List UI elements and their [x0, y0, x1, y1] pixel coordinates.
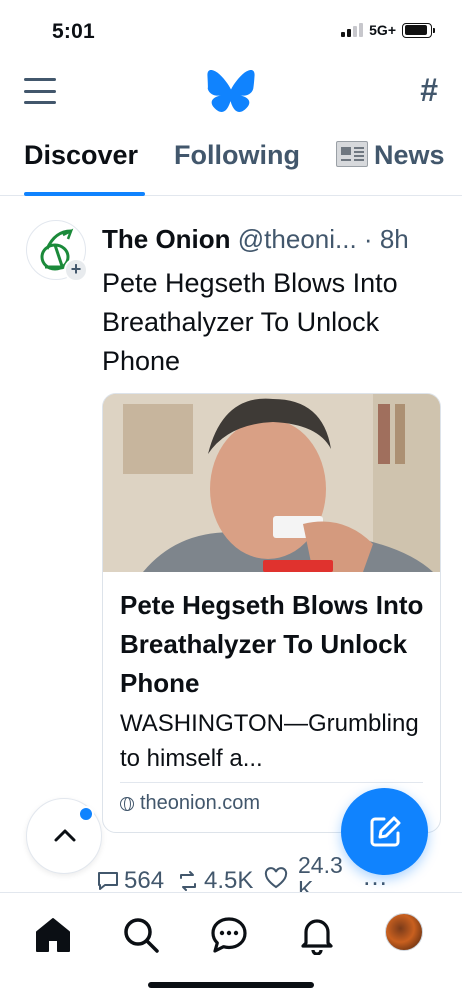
follow-badge[interactable]: + — [64, 258, 88, 282]
chat-icon[interactable] — [209, 915, 249, 955]
repost-button[interactable]: 4.5K — [176, 867, 253, 895]
status-bar: 5:01 5G+ — [0, 0, 462, 62]
card-domain-text: theonion.com — [140, 792, 261, 814]
new-posts-indicator — [78, 806, 94, 822]
like-count: 24.3 K — [298, 853, 343, 893]
post-header: The Onion @theoni... · 8h — [102, 224, 446, 255]
search-icon[interactable] — [121, 915, 161, 955]
reply-button[interactable]: 564 — [96, 867, 164, 895]
card-divider — [120, 782, 423, 783]
heart-icon — [264, 867, 288, 889]
post-text: Pete Hegseth Blows Into Breathalyzer To … — [102, 268, 398, 376]
butterfly-logo — [207, 70, 255, 112]
compose-button[interactable] — [341, 788, 428, 875]
bell-icon[interactable] — [297, 915, 337, 956]
tab-news-label: News — [374, 140, 445, 170]
reply-icon — [98, 872, 118, 890]
hash-icon[interactable]: # — [420, 72, 438, 109]
hamburger-menu-icon[interactable] — [24, 78, 56, 104]
tab-news[interactable]: News — [336, 140, 445, 171]
status-indicators: 5G+ — [341, 22, 435, 38]
status-time: 5:01 — [52, 20, 95, 43]
card-description: WASHINGTON—Grumbling to himself a... — [120, 710, 419, 772]
feed-tabs: Discover Following News — [0, 126, 462, 196]
repost-count: 4.5K — [204, 867, 254, 894]
card-domain: theonion.com — [120, 792, 260, 815]
chevron-up-icon — [54, 829, 76, 842]
author-name[interactable]: The Onion — [102, 224, 231, 254]
repost-icon — [180, 871, 196, 891]
reply-count: 564 — [124, 867, 165, 894]
network-label: 5G+ — [369, 22, 396, 38]
active-tab-indicator — [24, 192, 145, 196]
card-thumbnail — [103, 394, 440, 572]
newspaper-icon — [336, 141, 368, 167]
post-separator: · — [363, 224, 373, 254]
battery-icon — [402, 22, 435, 38]
tab-discover[interactable]: Discover — [24, 140, 138, 171]
signal-icon — [341, 23, 364, 37]
post-time: 8h — [379, 224, 409, 254]
like-button[interactable] — [264, 867, 288, 889]
compose-icon — [370, 816, 401, 847]
link-card[interactable]: Pete Hegseth Blows Into Breathalyzer To … — [102, 393, 441, 833]
card-photo — [103, 394, 440, 572]
home-indicator — [148, 982, 314, 988]
author-handle[interactable]: @theoni... — [238, 224, 357, 254]
profile-avatar[interactable] — [385, 913, 423, 951]
home-icon[interactable] — [33, 915, 73, 955]
tab-following[interactable]: Following — [174, 140, 300, 171]
top-header: # — [0, 62, 462, 122]
card-title: Pete Hegseth Blows Into Breathalyzer To … — [120, 590, 424, 698]
globe-icon — [120, 796, 134, 811]
